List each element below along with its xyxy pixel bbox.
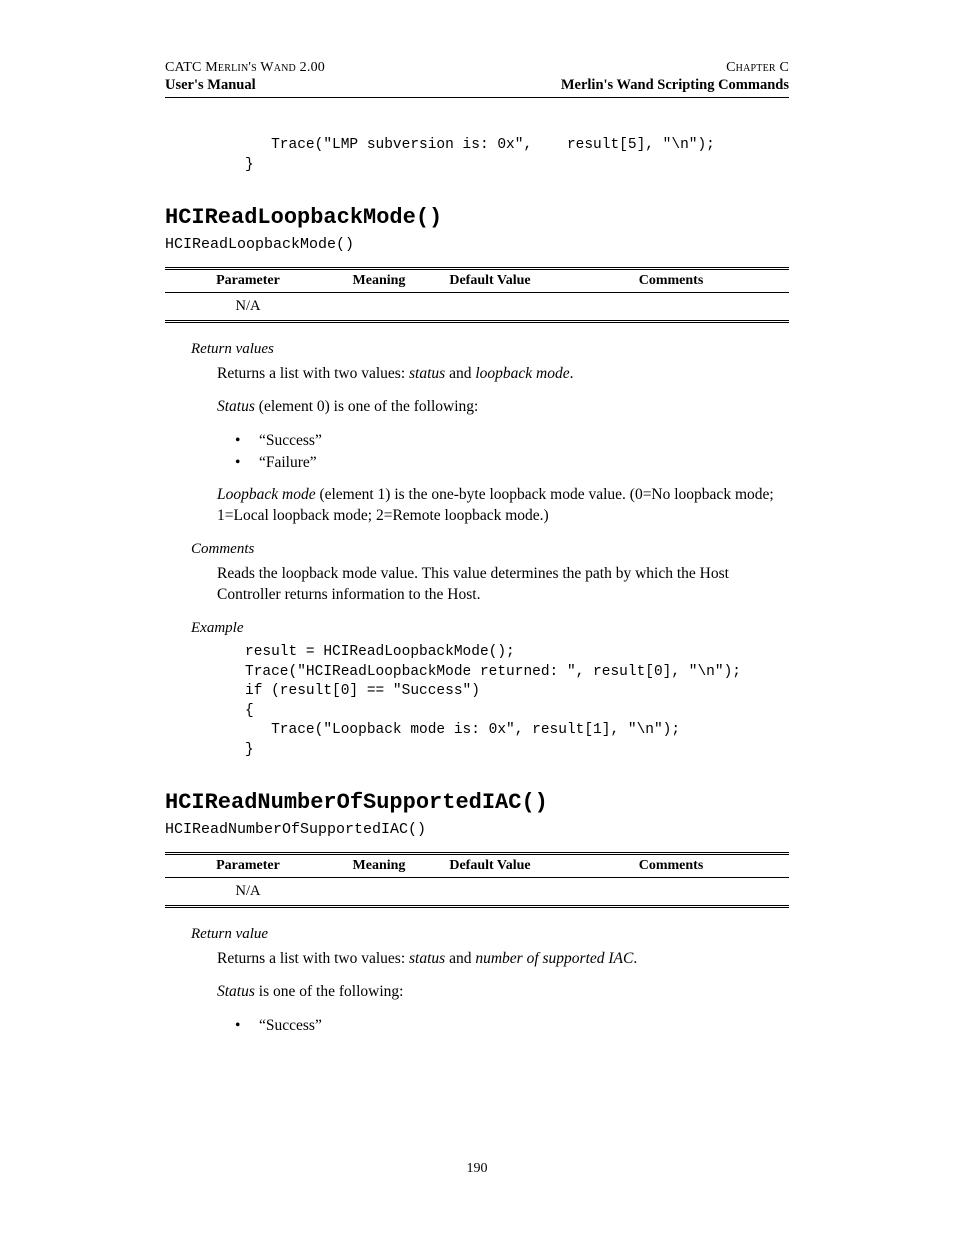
return-desc-3: Loopback mode (element 1) is the one-byt… <box>217 485 789 527</box>
td-meaning <box>331 293 427 322</box>
page: CATC Merlin's Wand 2.00 Chapter C User's… <box>0 0 954 1235</box>
return-desc-2: Status (element 0) is one of the followi… <box>217 397 789 418</box>
list-item: “Success” <box>235 430 789 452</box>
comments-body: Reads the loopback mode value. This valu… <box>217 564 789 606</box>
return2-desc-1: Returns a list with two values: status a… <box>217 949 789 970</box>
signature-loopback: HCIReadLoopbackMode() <box>165 236 789 253</box>
example-code-loopback: result = HCIReadLoopbackMode(); Trace("H… <box>245 643 789 760</box>
return-desc-1: Returns a list with two values: status a… <box>217 364 789 385</box>
running-header-sub: User's Manual Merlin's Wand Scripting Co… <box>165 77 789 94</box>
td-default <box>427 293 553 322</box>
header-sub-right: Merlin's Wand Scripting Commands <box>561 77 789 94</box>
list-item: “Success” <box>235 1015 789 1037</box>
th-default: Default Value <box>427 269 553 293</box>
th-meaning: Meaning <box>331 269 427 293</box>
status-bullets: “Success” “Failure” <box>235 430 789 473</box>
param-table-iac: Parameter Meaning Default Value Comments… <box>165 852 789 908</box>
running-header-top: CATC Merlin's Wand 2.00 Chapter C <box>165 60 789 76</box>
td-param: N/A <box>165 878 331 907</box>
comments-head: Comments <box>191 541 789 558</box>
section-title-loopback: HCIReadLoopbackMode() <box>165 205 789 230</box>
td-comments <box>553 878 789 907</box>
table-row: N/A <box>165 878 789 907</box>
header-top-left: CATC Merlin's Wand 2.00 <box>165 60 325 76</box>
header-rule <box>165 97 789 98</box>
th-parameter: Parameter <box>165 269 331 293</box>
td-comments <box>553 293 789 322</box>
section-title-iac: HCIReadNumberOfSupportedIAC() <box>165 790 789 815</box>
example-head: Example <box>191 620 789 637</box>
signature-iac: HCIReadNumberOfSupportedIAC() <box>165 821 789 838</box>
status-bullets-2: “Success” <box>235 1015 789 1037</box>
table-row: N/A <box>165 293 789 322</box>
th-parameter: Parameter <box>165 854 331 878</box>
page-number: 190 <box>0 1161 954 1177</box>
return2-desc-2: Status is one of the following: <box>217 982 789 1003</box>
header-sub-left: User's Manual <box>165 77 256 94</box>
return-values-head: Return values <box>191 341 789 358</box>
th-comments: Comments <box>553 269 789 293</box>
list-item: “Failure” <box>235 452 789 474</box>
header-top-right: Chapter C <box>726 60 789 76</box>
th-meaning: Meaning <box>331 854 427 878</box>
param-table-loopback: Parameter Meaning Default Value Comments… <box>165 267 789 323</box>
td-default <box>427 878 553 907</box>
th-default: Default Value <box>427 854 553 878</box>
td-param: N/A <box>165 293 331 322</box>
th-comments: Comments <box>553 854 789 878</box>
return-value-head: Return value <box>191 926 789 943</box>
td-meaning <box>331 878 427 907</box>
intro-code-block: Trace("LMP subversion is: 0x", result[5]… <box>245 136 789 175</box>
